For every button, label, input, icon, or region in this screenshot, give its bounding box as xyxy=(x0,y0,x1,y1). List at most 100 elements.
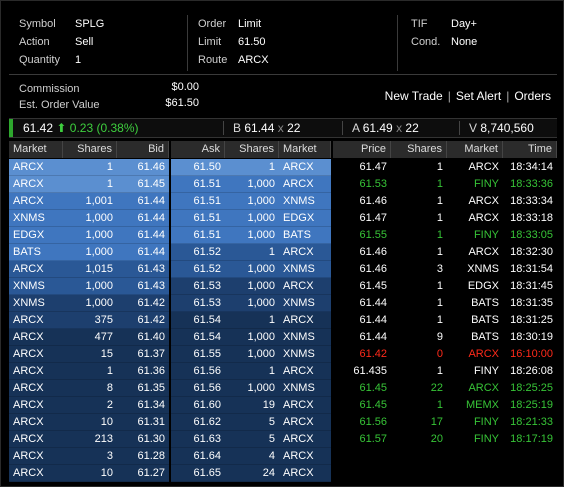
ask-row[interactable]: 61.56 1 ARCX xyxy=(171,363,331,380)
bid-row[interactable]: ARCX 477 61.40 xyxy=(9,329,169,346)
trade-market: EDGX xyxy=(467,280,499,292)
ask-row[interactable]: 61.56 1,000 XNMS xyxy=(171,380,331,397)
trade-row[interactable]: 61.42 0 ARCX 16:10:00 xyxy=(333,346,557,363)
bid-row[interactable]: ARCX 1 61.36 xyxy=(9,363,169,380)
col-header-market[interactable]: Market xyxy=(447,141,503,158)
ask-row[interactable]: 61.51 1,000 ARCX xyxy=(171,176,331,193)
trade-row[interactable]: 61.56 17 FINY 18:21:33 xyxy=(333,414,557,431)
bid-row[interactable]: ARCX 1,015 61.43 xyxy=(9,261,169,278)
trade-row[interactable]: 61.45 1 MEMX 18:25:19 xyxy=(333,397,557,414)
bid-row[interactable]: ARCX 8 61.35 xyxy=(9,380,169,397)
bid-shares: 1 xyxy=(106,178,113,190)
ask-price: 61.51 xyxy=(193,229,221,241)
time-and-sales: 61.47 1 ARCX 18:34:14 61.53 1 FINY 18:33:36 61.4… xyxy=(333,159,557,448)
bid-market: ARCX xyxy=(13,382,44,394)
trade-row[interactable]: 61.46 1 ARCX 18:33:34 xyxy=(333,193,557,210)
bid-row[interactable]: XNMS 1,000 61.44 xyxy=(9,210,169,227)
bid-price: 61.45 xyxy=(137,178,165,190)
bid-shares: 375 xyxy=(94,314,113,326)
ask-row[interactable]: 61.51 1,000 BATS xyxy=(171,227,331,244)
ask-shares: 1,000 xyxy=(247,297,275,309)
col-header-time[interactable]: Time xyxy=(503,141,557,158)
bid-row[interactable]: ARCX 10 61.31 xyxy=(9,414,169,431)
trade-market: FINY xyxy=(473,433,499,445)
bid-row[interactable]: ARCX 2 61.34 xyxy=(9,397,169,414)
ask-price: 61.54 xyxy=(193,331,221,343)
bid-row[interactable]: ARCX 213 61.30 xyxy=(9,431,169,448)
col-header-shares[interactable]: Shares xyxy=(63,141,117,158)
bid-row[interactable]: EDGX 1,000 61.44 xyxy=(9,227,169,244)
trade-row[interactable]: 61.57 20 FINY 18:17:19 xyxy=(333,431,557,448)
trade-row[interactable]: 61.45 22 ARCX 18:25:25 xyxy=(333,380,557,397)
bid-row[interactable]: XNMS 1,000 61.43 xyxy=(9,278,169,295)
bid-row[interactable]: ARCX 1 61.45 xyxy=(9,176,169,193)
trade-row[interactable]: 61.55 1 FINY 18:33:05 xyxy=(333,227,557,244)
ask-row[interactable]: 61.54 1 ARCX xyxy=(171,312,331,329)
trade-price: 61.46 xyxy=(359,195,387,207)
trade-market: BATS xyxy=(471,297,499,309)
limit-label: Limit xyxy=(198,36,222,48)
ask-row[interactable]: 61.63 5 ARCX xyxy=(171,431,331,448)
col-header-price[interactable]: Price xyxy=(333,141,391,158)
bid-price: 61.27 xyxy=(137,467,165,479)
trade-row[interactable]: 61.44 1 BATS 18:31:25 xyxy=(333,312,557,329)
bid-row[interactable]: ARCX 3 61.28 xyxy=(9,448,169,465)
trade-row[interactable]: 61.47 1 ARCX 18:33:18 xyxy=(333,210,557,227)
col-header-ask[interactable]: Ask xyxy=(171,141,225,158)
trade-row[interactable]: 61.44 1 BATS 18:31:35 xyxy=(333,295,557,312)
col-header-bid[interactable]: Bid xyxy=(117,141,169,158)
ask-row[interactable]: 61.53 1,000 XNMS xyxy=(171,295,331,312)
ask-price: 61.51 xyxy=(193,195,221,207)
ask-row[interactable]: 61.50 1 ARCX xyxy=(171,159,331,176)
summary-divider xyxy=(187,15,188,71)
bid-row[interactable]: BATS 1,000 61.44 xyxy=(9,244,169,261)
new-trade-link[interactable]: New Trade xyxy=(385,89,443,103)
ask-row[interactable]: 61.52 1 ARCX xyxy=(171,244,331,261)
ask-row[interactable]: 61.51 1,000 XNMS xyxy=(171,193,331,210)
trade-time: 18:33:34 xyxy=(510,195,553,207)
ask-row[interactable]: 61.55 1,000 XNMS xyxy=(171,346,331,363)
trade-row[interactable]: 61.53 1 FINY 18:33:36 xyxy=(333,176,557,193)
ask-row[interactable]: 61.65 24 ARCX xyxy=(171,465,331,482)
bid-row[interactable]: ARCX 15 61.37 xyxy=(9,346,169,363)
bid-price: 61.34 xyxy=(137,399,165,411)
trade-row[interactable]: 61.46 3 XNMS 18:31:54 xyxy=(333,261,557,278)
trade-market: ARCX xyxy=(468,161,499,173)
bid-row[interactable]: ARCX 10 61.27 xyxy=(9,465,169,482)
ask-row[interactable]: 61.64 4 ARCX xyxy=(171,448,331,465)
bid-price: 61.40 xyxy=(137,331,165,343)
bid-row[interactable]: ARCX 1 61.46 xyxy=(9,159,169,176)
ask-shares: 1,000 xyxy=(247,348,275,360)
ask-row[interactable]: 61.51 1,000 EDGX xyxy=(171,210,331,227)
col-header-shares[interactable]: Shares xyxy=(225,141,279,158)
trade-time: 16:10:00 xyxy=(510,348,553,360)
col-header-shares[interactable]: Shares xyxy=(391,141,447,158)
ask-row[interactable]: 61.62 5 ARCX xyxy=(171,414,331,431)
ask-row[interactable]: 61.60 19 ARCX xyxy=(171,397,331,414)
ask-row[interactable]: 61.53 1,000 ARCX xyxy=(171,278,331,295)
ask-price: 61.54 xyxy=(193,314,221,326)
trade-row[interactable]: 61.45 1 EDGX 18:31:45 xyxy=(333,278,557,295)
trades-header: Price Shares Market Time xyxy=(333,141,557,158)
ask-row[interactable]: 61.52 1,000 XNMS xyxy=(171,261,331,278)
bid-shares: 10 xyxy=(100,416,113,428)
trade-shares: 9 xyxy=(436,331,443,343)
bid-row[interactable]: XNMS 1,000 61.42 xyxy=(9,295,169,312)
trade-row[interactable]: 61.435 1 FINY 18:26:08 xyxy=(333,363,557,380)
trade-row[interactable]: 61.46 1 ARCX 18:32:30 xyxy=(333,244,557,261)
orders-link[interactable]: Orders xyxy=(514,89,551,103)
bid-row[interactable]: ARCX 1,001 61.44 xyxy=(9,193,169,210)
trade-market: ARCX xyxy=(468,382,499,394)
bid-market: ARCX xyxy=(13,365,44,377)
price-change: 0.23 (0.38%) xyxy=(69,121,139,135)
bid-price: 61.43 xyxy=(137,263,165,275)
col-header-market[interactable]: Market xyxy=(279,141,331,158)
bid-row[interactable]: ARCX 375 61.42 xyxy=(9,312,169,329)
set-alert-link[interactable]: Set Alert xyxy=(456,89,501,103)
ask-row[interactable]: 61.54 1,000 XNMS xyxy=(171,329,331,346)
trade-price: 61.55 xyxy=(359,229,387,241)
col-header-market[interactable]: Market xyxy=(9,141,63,158)
bid-market: ARCX xyxy=(13,348,44,360)
trade-row[interactable]: 61.44 9 BATS 18:30:19 xyxy=(333,329,557,346)
trade-row[interactable]: 61.47 1 ARCX 18:34:14 xyxy=(333,159,557,176)
